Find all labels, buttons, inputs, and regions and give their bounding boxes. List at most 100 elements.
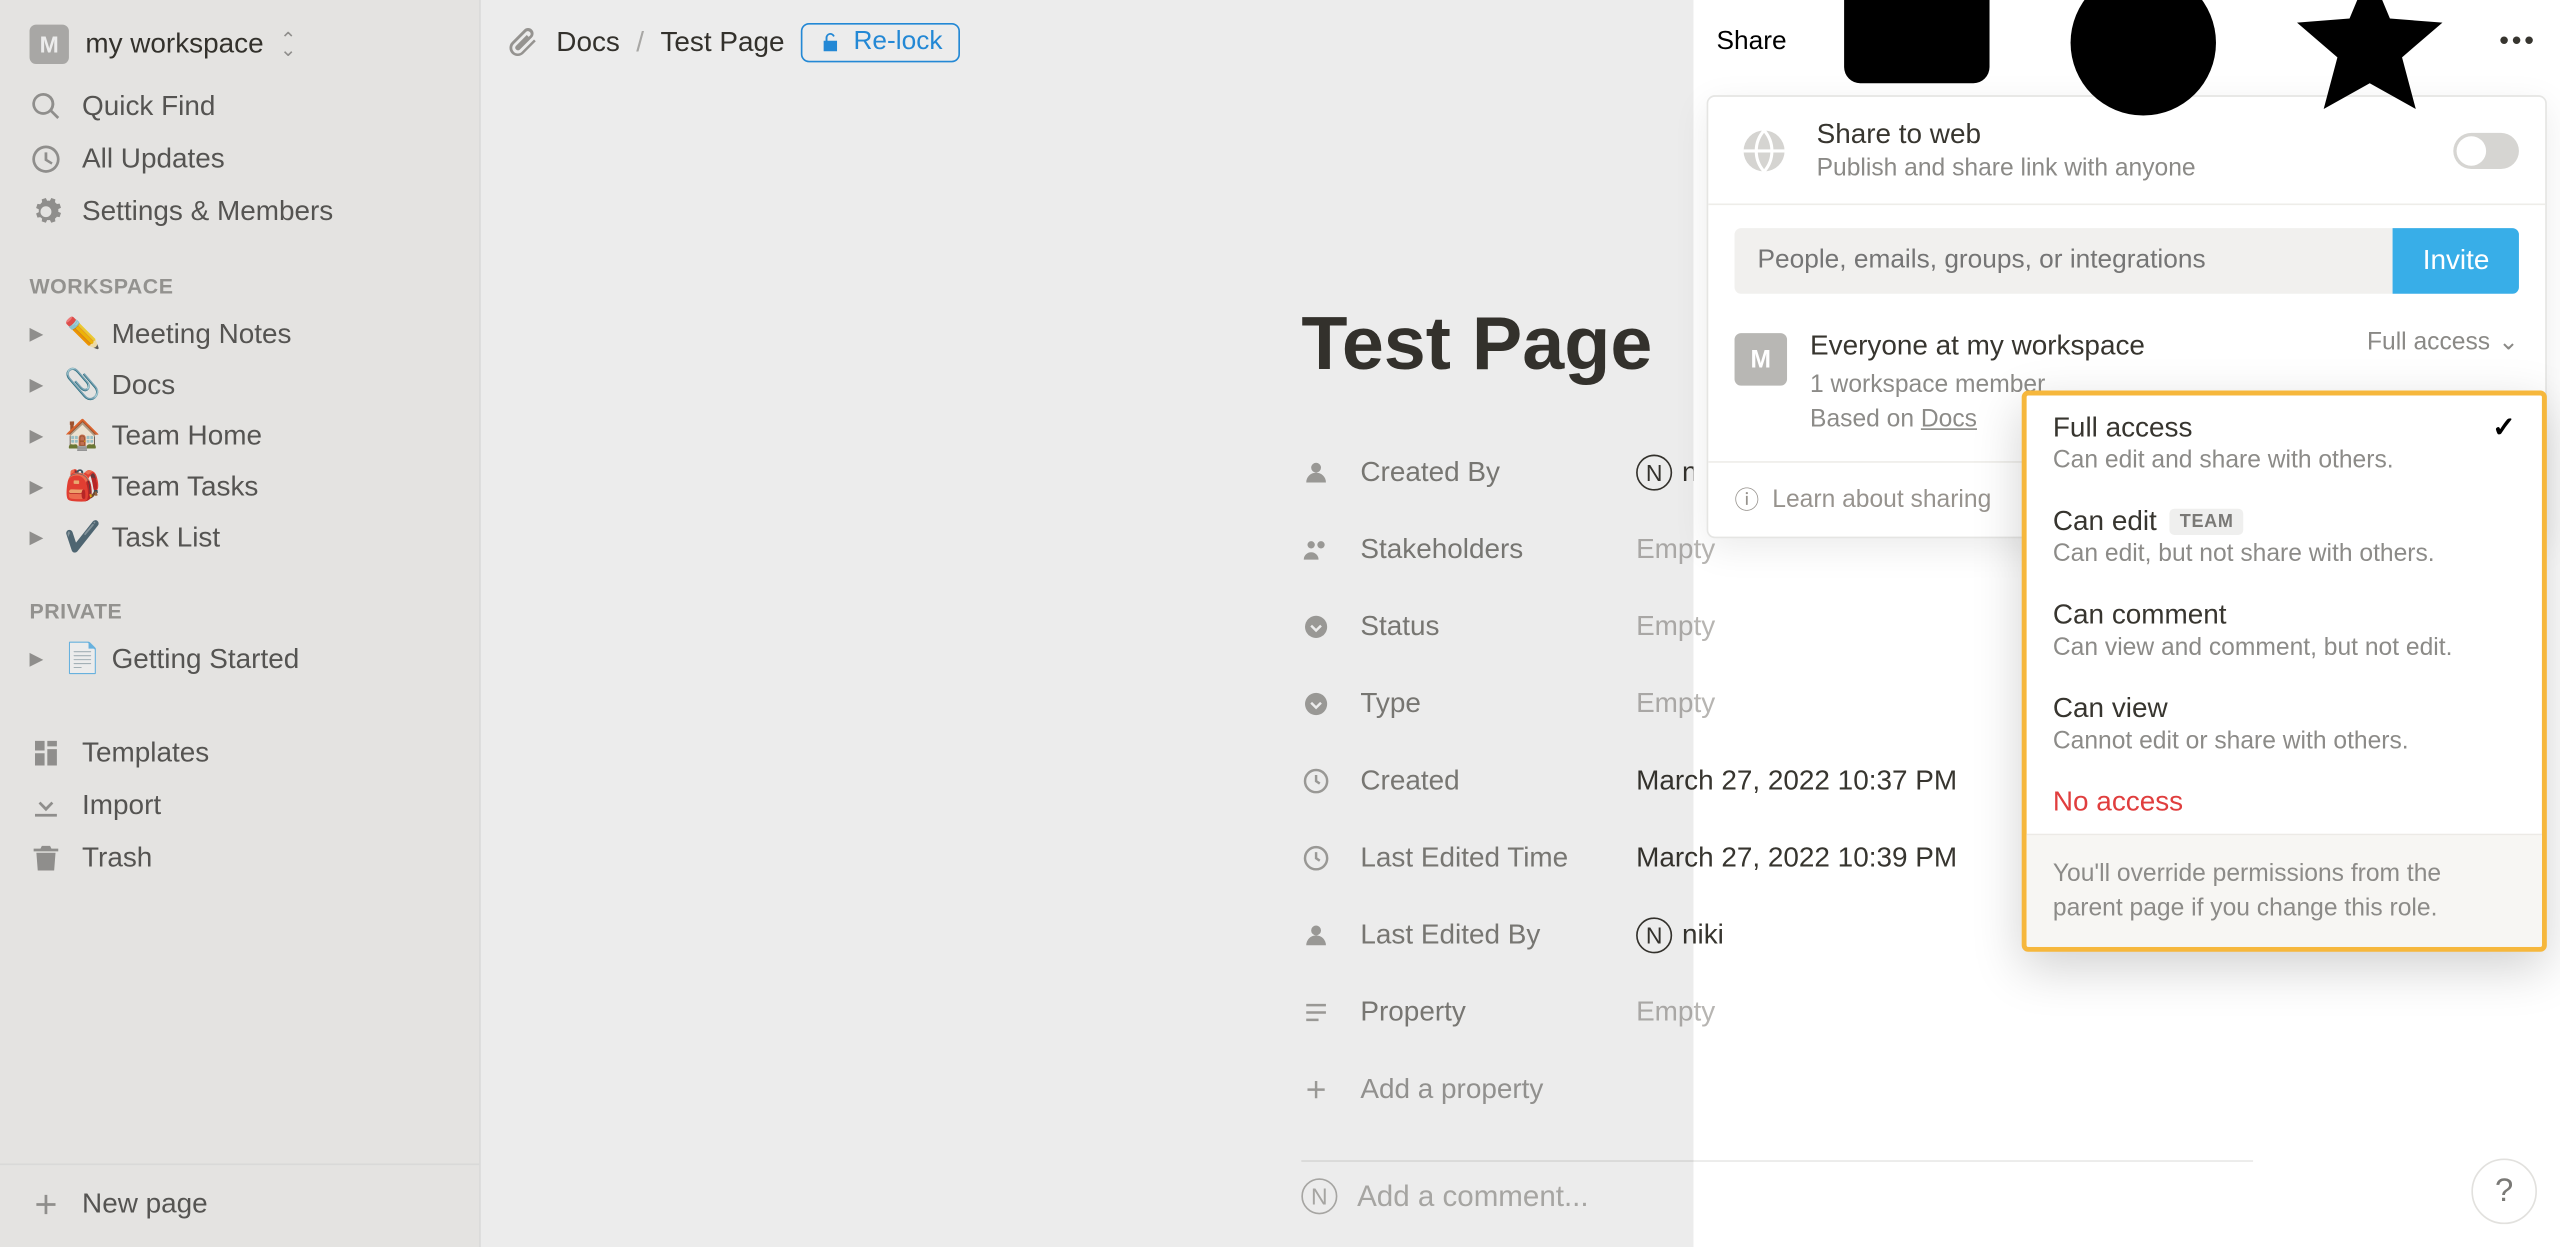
invite-row: Invite	[1708, 205, 2545, 317]
new-page-label: New page	[82, 1188, 208, 1221]
prop-property[interactable]: Property Empty	[1301, 973, 2560, 1050]
prop-label: Type	[1360, 687, 1636, 720]
option-desc: Cannot edit or share with others.	[2053, 727, 2516, 755]
add-property-label: Add a property	[1360, 1072, 1543, 1105]
chevron-right-icon: ▶	[30, 527, 53, 548]
breadcrumb-parent[interactable]: Docs	[556, 26, 620, 59]
chevron-right-icon: ▶	[30, 374, 53, 395]
breadcrumb-current[interactable]: Test Page	[660, 26, 784, 59]
plus-icon	[1301, 1074, 1337, 1104]
import[interactable]: Import	[0, 779, 479, 832]
prop-label: Created	[1360, 764, 1636, 797]
tree-item-label: Meeting Notes	[112, 318, 292, 351]
workspace-switcher[interactable]: M my workspace ⌃⌄	[0, 16, 479, 80]
tree-item-label: Team Home	[112, 419, 262, 452]
prop-value: March 27, 2022 10:37 PM	[1636, 764, 1957, 797]
tree-item-getting-started[interactable]: ▶ 📄 Getting Started	[0, 633, 479, 684]
clock-icon	[30, 143, 63, 176]
plus-icon	[30, 1188, 63, 1221]
team-badge: TEAM	[2170, 509, 2243, 535]
prop-value: Empty	[1636, 995, 1715, 1028]
share-panel: Share ••• Share to web Publish and share…	[1694, 0, 2560, 538]
invite-button[interactable]: Invite	[2393, 228, 2519, 294]
share-to-web-toggle[interactable]	[2453, 132, 2519, 168]
people-icon	[1301, 534, 1337, 564]
chevron-right-icon: ▶	[30, 476, 53, 497]
import-label: Import	[82, 789, 161, 822]
option-title: Can edit	[2053, 505, 2157, 538]
access-option-full[interactable]: Full access ✓ Can edit and share with ot…	[2027, 395, 2542, 489]
avatar: N	[1636, 454, 1672, 490]
prop-label: Created By	[1360, 455, 1636, 488]
based-on-link[interactable]: Docs	[1921, 406, 1977, 434]
select-icon	[1301, 611, 1337, 641]
relock-button[interactable]: Re-lock	[801, 23, 961, 62]
tree-item-meeting-notes[interactable]: ▶ ✏️ Meeting Notes	[0, 309, 479, 360]
text-icon	[1301, 997, 1337, 1027]
prop-label: Stakeholders	[1360, 533, 1636, 566]
workspace-badge: M	[30, 25, 69, 64]
house-icon: 🏠	[64, 418, 100, 452]
chevron-right-icon: ▶	[30, 648, 53, 669]
divider	[1301, 1160, 2253, 1162]
tree-item-label: Getting Started	[112, 642, 300, 675]
pencil-icon: ✏️	[64, 317, 100, 351]
option-title: Can view	[2053, 693, 2168, 726]
tree-item-label: Team Tasks	[112, 470, 259, 503]
settings-members[interactable]: Settings & Members	[0, 185, 479, 238]
prop-label: Property	[1360, 995, 1636, 1028]
access-level-button[interactable]: Full access ⌄	[2367, 327, 2519, 357]
share-to-web-sub: Publish and share link with anyone	[1817, 154, 2196, 182]
sidebar: M my workspace ⌃⌄ Quick Find All Updates…	[0, 0, 481, 1247]
templates-label: Templates	[82, 737, 209, 770]
user-name: niki	[1682, 918, 1724, 951]
invite-input[interactable]	[1735, 228, 2394, 294]
topbar-right: Share •••	[1694, 0, 2560, 85]
select-icon	[1301, 688, 1337, 718]
prop-value: Empty	[1636, 610, 1715, 643]
access-option-view[interactable]: Can view Cannot edit or share with other…	[2027, 676, 2542, 770]
option-title: Full access	[2053, 412, 2193, 445]
all-updates[interactable]: All Updates	[0, 133, 479, 186]
workspace-name: my workspace	[85, 28, 263, 61]
option-desc: Can edit, but not share with others.	[2053, 540, 2516, 568]
add-property-button[interactable]: Add a property	[1301, 1050, 2560, 1127]
help-icon: ⓘ	[1735, 483, 1760, 517]
trash[interactable]: Trash	[0, 832, 479, 885]
templates[interactable]: Templates	[0, 727, 479, 780]
trash-label: Trash	[82, 842, 152, 875]
help-button[interactable]: ?	[2471, 1159, 2537, 1225]
prop-label: Status	[1360, 610, 1636, 643]
tree-item-team-tasks[interactable]: ▶ 🎒 Team Tasks	[0, 461, 479, 512]
person-icon	[1301, 920, 1337, 950]
quick-find[interactable]: Quick Find	[0, 80, 479, 133]
more-icon[interactable]: •••	[2500, 28, 2537, 58]
tree-item-team-home[interactable]: ▶ 🏠 Team Home	[0, 410, 479, 461]
prop-value: Empty	[1636, 687, 1715, 720]
access-option-none[interactable]: No access	[2027, 770, 2542, 834]
access-dropdown-footer: You'll override permissions from the par…	[2027, 834, 2542, 947]
star-icon[interactable]	[2273, 0, 2467, 140]
chevron-down-icon: ⌄	[2498, 327, 2519, 357]
section-workspace-label: WORKSPACE	[0, 238, 479, 309]
tree-item-docs[interactable]: ▶ 📎 Docs	[0, 359, 479, 410]
based-on-prefix: Based on	[1810, 406, 1921, 434]
help-label: ?	[2495, 1172, 2513, 1210]
add-comment[interactable]: N Add a comment...	[1301, 1178, 2560, 1214]
relock-label: Re-lock	[853, 28, 942, 58]
new-page-button[interactable]: New page	[0, 1163, 479, 1230]
tree-item-task-list[interactable]: ▶ ✔️ Task List	[0, 512, 479, 563]
prop-value: March 27, 2022 10:39 PM	[1636, 841, 1957, 874]
access-dropdown: Full access ✓ Can edit and share with ot…	[2022, 391, 2547, 952]
prop-label: Last Edited By	[1360, 918, 1636, 951]
learn-label: Learn about sharing	[1772, 486, 1991, 514]
chevron-right-icon: ▶	[30, 323, 53, 344]
download-icon	[30, 789, 63, 822]
share-button[interactable]: Share	[1717, 28, 1787, 58]
avatar: N	[1636, 916, 1672, 952]
prop-value: N niki	[1636, 916, 1724, 952]
member-badge: M	[1735, 333, 1788, 386]
search-icon	[30, 90, 63, 123]
access-option-comment[interactable]: Can comment Can view and comment, but no…	[2027, 583, 2542, 677]
access-option-edit[interactable]: Can edit TEAM Can edit, but not share wi…	[2027, 489, 2542, 583]
